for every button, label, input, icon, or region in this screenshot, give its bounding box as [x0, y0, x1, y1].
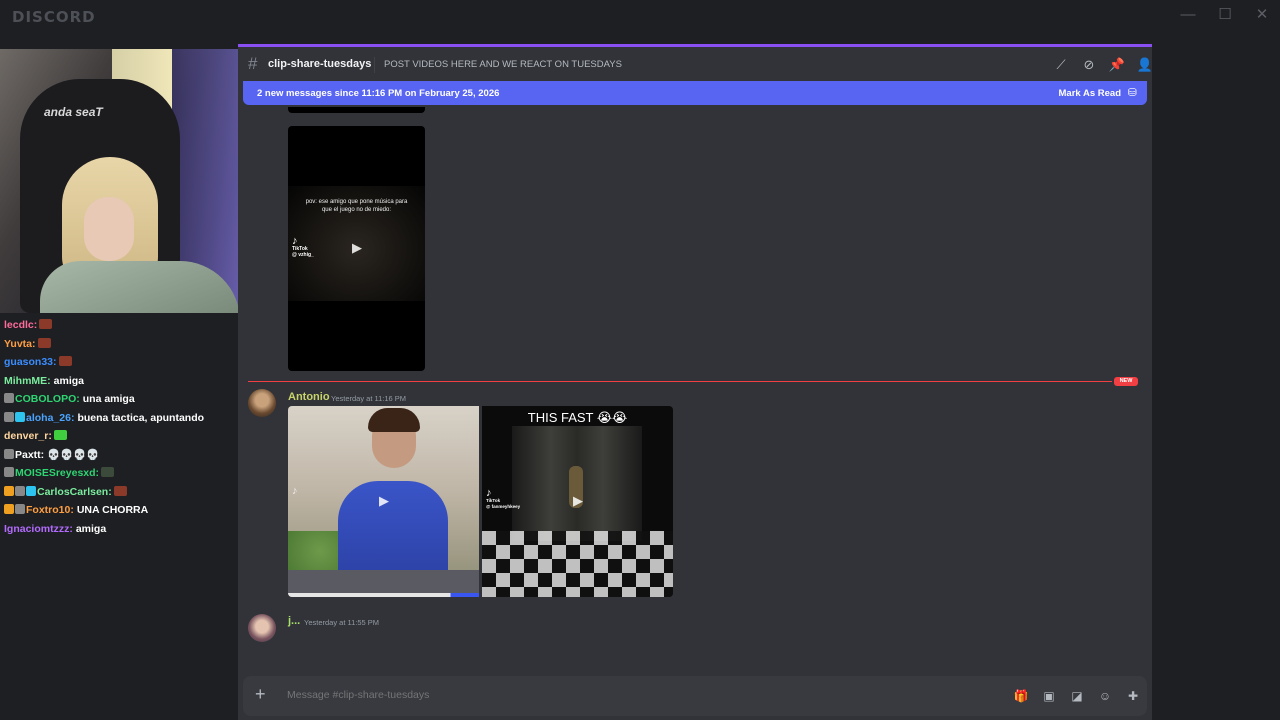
- chat-text: 💀💀💀💀: [47, 448, 100, 461]
- message-composer: + 🎁 ▣ ◪ ☺ ✚: [243, 676, 1147, 716]
- tiktok-watermark: ♪ TikTok @ fanmeyhkeey: [486, 487, 521, 510]
- chat-username[interactable]: aloha_26:: [26, 412, 74, 424]
- chat-username[interactable]: Ignaciomtzzz:: [4, 523, 73, 535]
- chat-username[interactable]: Foxtro10:: [26, 504, 74, 516]
- chat-emote-icon: [113, 485, 127, 496]
- chat-badge-icon: [15, 504, 25, 514]
- minimize-icon[interactable]: —: [1174, 4, 1202, 26]
- play-icon[interactable]: ▶: [349, 240, 365, 256]
- video-attachment[interactable]: ♪ ▶: [288, 406, 479, 597]
- chat-message: guason33:: [0, 353, 238, 372]
- chat-message: COBOLOPO: una amiga: [0, 390, 238, 409]
- video-attachment[interactable]: pov: ese amigo que pone música para que …: [288, 126, 425, 371]
- mute-icon[interactable]: ⊘: [1080, 56, 1098, 74]
- chat-badge-icon: [4, 504, 14, 514]
- chat-message: MOISESreyesxd:: [0, 464, 238, 483]
- chat-message: Ignaciomtzzz: amiga: [0, 520, 238, 539]
- mark-as-read-button[interactable]: Mark As Read: [1059, 88, 1121, 99]
- discord-channel-window: # clip-share-tuesdays POST VIDEOS HERE A…: [238, 44, 1154, 720]
- pin-icon[interactable]: 📌: [1108, 56, 1126, 74]
- chat-emote-icon: [39, 319, 53, 329]
- chat-badge-icon: [4, 448, 14, 459]
- plus-icon[interactable]: +: [255, 684, 266, 705]
- chat-message: aloha_26: buena tactica, apuntando: [0, 409, 238, 428]
- chat-message: CarlosCarlsen:: [0, 483, 238, 502]
- chat-username[interactable]: MOISESreyesxd:: [15, 467, 99, 479]
- chat-username[interactable]: lecdlc:: [4, 319, 37, 331]
- close-icon[interactable]: ✕: [1248, 4, 1276, 26]
- message-timestamp: Yesterday at 11:16 PM: [331, 394, 407, 403]
- new-badge: NEW: [1114, 377, 1138, 386]
- video-caption: THIS FAST 😭😭: [527, 410, 628, 425]
- channel-name: clip-share-tuesdays: [268, 58, 372, 70]
- webcam-feed: anda seaT: [0, 49, 238, 313]
- play-icon[interactable]: ▶: [376, 493, 392, 509]
- channel-header: # clip-share-tuesdays POST VIDEOS HERE A…: [238, 47, 1154, 83]
- stream-chat: lecdlc: Yuvta: guason33: MihmME: amiga COBOLO…: [0, 316, 238, 538]
- gif-icon[interactable]: ▣: [1041, 688, 1057, 704]
- chair-brand-logo: anda seaT: [44, 105, 103, 119]
- chat-message: Yuvta:: [0, 335, 238, 354]
- video-attachment[interactable]: THIS FAST 😭😭 ♪ TikTok @ fanmeyhkeey ▶: [482, 406, 673, 597]
- message-author[interactable]: Antonio: [288, 391, 330, 403]
- chat-username[interactable]: MihmME:: [4, 375, 51, 387]
- sticker-icon[interactable]: ◪: [1069, 688, 1085, 704]
- chat-username[interactable]: guason33:: [4, 356, 57, 368]
- message-author[interactable]: j...: [288, 615, 300, 627]
- maximize-icon[interactable]: ☐: [1211, 4, 1239, 26]
- new-messages-banner[interactable]: 2 new messages since 11:16 PM on Februar…: [243, 81, 1147, 105]
- chat-badge-icon: [4, 467, 14, 477]
- chat-emote-icon: [37, 337, 51, 348]
- play-icon[interactable]: ▶: [570, 493, 586, 509]
- chat-emote-icon: [53, 430, 67, 440]
- chat-badge-icon: [4, 411, 14, 422]
- avatar[interactable]: [248, 614, 276, 642]
- new-messages-text: 2 new messages since 11:16 PM on Februar…: [257, 88, 500, 99]
- message-timestamp: Yesterday at 11:55 PM: [304, 618, 380, 627]
- message-input[interactable]: [287, 689, 887, 701]
- channel-topic: POST VIDEOS HERE AND WE REACT ON TUESDAY…: [384, 59, 622, 70]
- chat-text: buena tactica, apuntando: [77, 411, 205, 424]
- avatar[interactable]: [248, 389, 276, 417]
- tiktok-watermark: ♪ TikTok @ vzhig_: [292, 235, 314, 259]
- video-progress: [288, 593, 479, 597]
- hash-icon: #: [248, 54, 258, 73]
- chat-text: amiga: [75, 522, 107, 535]
- chat-username[interactable]: Yuvta:: [4, 338, 36, 350]
- members-icon[interactable]: 👤: [1136, 56, 1154, 74]
- discord-logo: DISCORD: [12, 8, 96, 26]
- new-messages-divider: [248, 381, 1112, 382]
- chat-text: amiga: [53, 374, 85, 387]
- chat-message: Foxtro10: UNA CHORRA: [0, 501, 238, 520]
- chat-username[interactable]: denver_r:: [4, 430, 52, 442]
- chat-message: MihmME: amiga: [0, 372, 238, 391]
- apps-icon[interactable]: ✚: [1125, 688, 1141, 704]
- chat-badge-icon: [4, 485, 14, 496]
- title-bar: DISCORD — ☐ ✕: [0, 0, 1280, 36]
- chat-emote-icon: [58, 356, 72, 366]
- chat-message: lecdlc:: [0, 316, 238, 335]
- video-caption: pov: ese amigo que pone música para que …: [305, 199, 408, 213]
- previous-video-attachment[interactable]: [288, 107, 425, 113]
- chat-message: Paxtt: 💀💀💀💀: [0, 446, 238, 465]
- chat-username[interactable]: COBOLOPO:: [15, 393, 80, 405]
- emoji-icon[interactable]: ☺: [1097, 688, 1113, 704]
- chat-username[interactable]: Paxtt:: [15, 449, 44, 461]
- tiktok-watermark: ♪: [292, 485, 298, 497]
- chat-text: UNA CHORRA: [76, 504, 149, 516]
- chat-badge-icon: [15, 411, 25, 422]
- chat-badge-icon: [4, 393, 14, 403]
- gift-icon[interactable]: 🎁: [1013, 688, 1029, 704]
- chat-badge-icon: [26, 485, 36, 496]
- chat-badge-icon: [15, 485, 25, 496]
- chat-text: una amiga: [82, 393, 135, 405]
- mark-read-icon[interactable]: ⛁: [1128, 86, 1137, 99]
- chat-message: denver_r:: [0, 427, 238, 446]
- chat-username[interactable]: CarlosCarlsen:: [37, 486, 112, 498]
- chat-emote-icon: [101, 467, 115, 477]
- threads-icon[interactable]: ⟋: [1052, 56, 1070, 74]
